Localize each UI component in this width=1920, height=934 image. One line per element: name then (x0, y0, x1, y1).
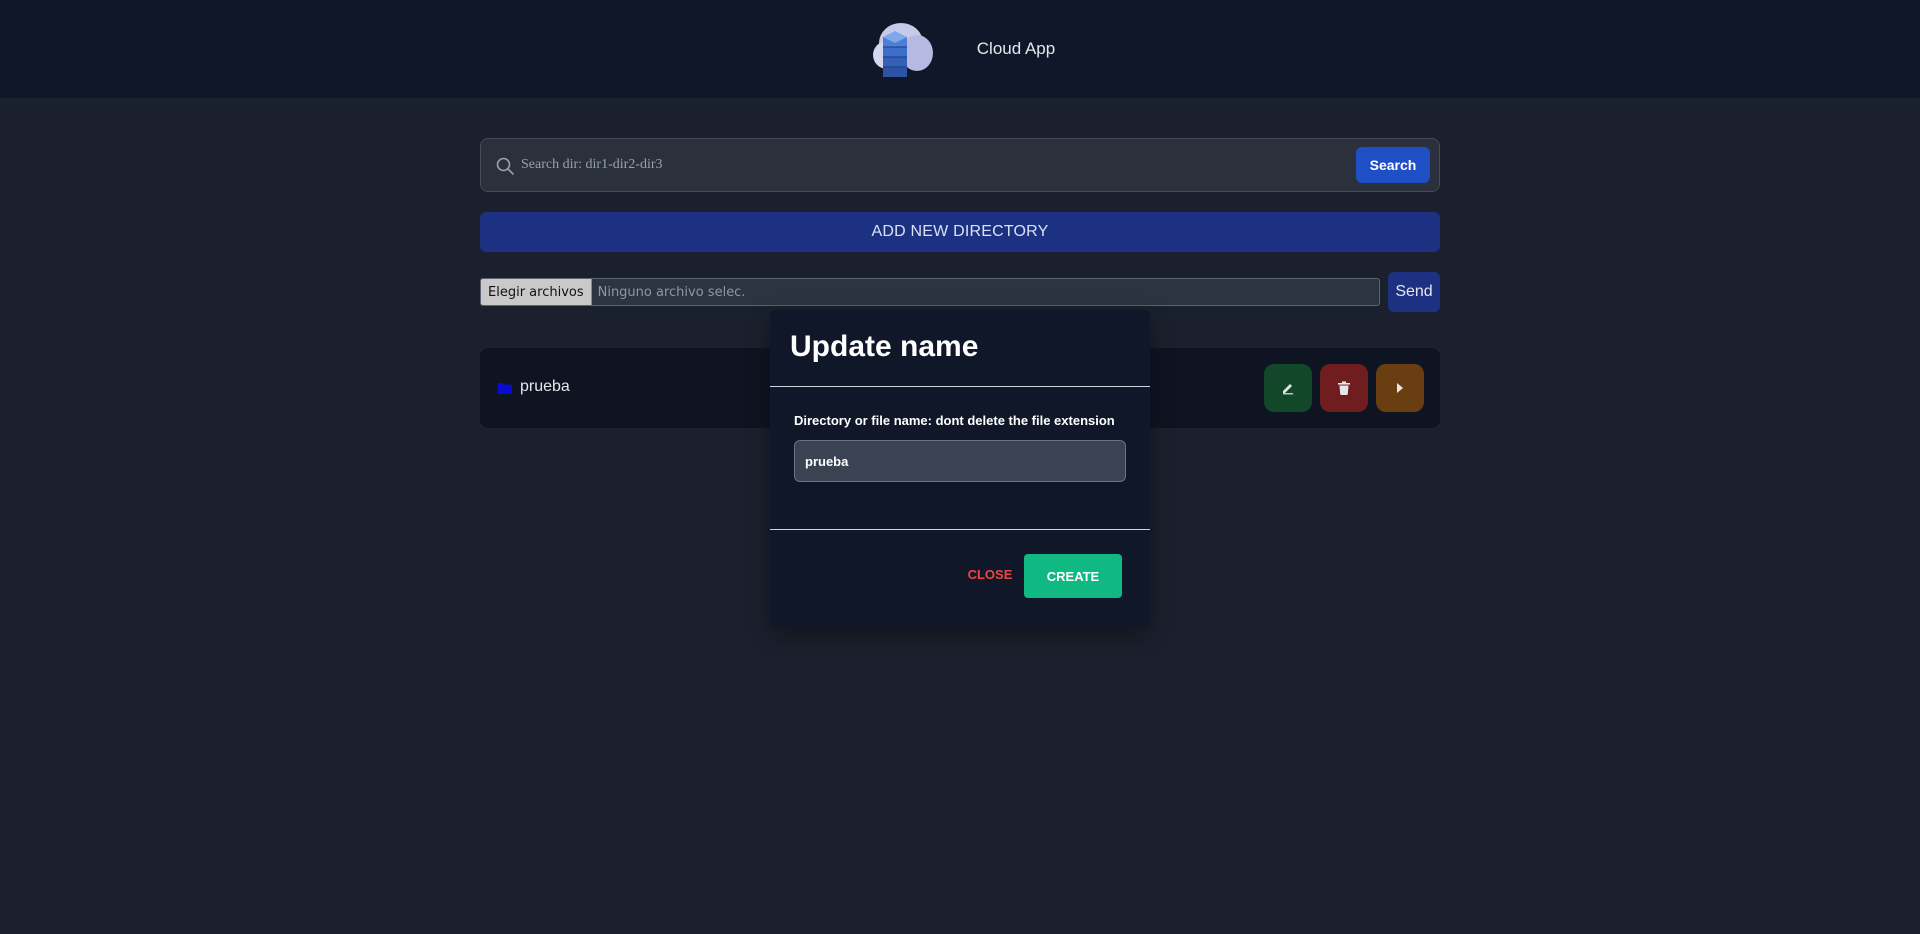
choose-files-button[interactable]: Elegir archivos (481, 279, 592, 305)
search-input[interactable] (521, 148, 1311, 182)
cloud-server-logo-icon (872, 23, 933, 77)
name-field-label: Directory or file name: dont delete the … (794, 413, 1115, 428)
modal-title: Update name (790, 330, 979, 363)
directory-name[interactable]: prueba (520, 378, 570, 396)
trash-icon (1338, 381, 1350, 395)
file-input[interactable]: Elegir archivos Ninguno archivo selec. (480, 278, 1380, 306)
top-navbar: Cloud App (0, 0, 1920, 98)
file-status-text: Ninguno archivo selec. (597, 284, 746, 300)
edit-button[interactable] (1264, 364, 1312, 412)
create-button[interactable]: CREATE (1024, 554, 1122, 598)
close-button[interactable]: CLOSE (950, 554, 1030, 594)
brand[interactable]: Cloud App (865, 13, 1055, 85)
folder-icon (498, 383, 512, 394)
modal-divider (770, 529, 1150, 530)
add-new-directory-button[interactable]: ADD NEW DIRECTORY (480, 212, 1440, 252)
delete-button[interactable] (1320, 364, 1368, 412)
search-button[interactable]: Search (1356, 147, 1430, 183)
open-button[interactable] (1376, 364, 1424, 412)
upload-row: Elegir archivos Ninguno archivo selec. S… (480, 272, 1440, 312)
name-input[interactable] (794, 440, 1126, 482)
search-icon (496, 157, 514, 175)
edit-icon (1283, 384, 1293, 395)
send-button[interactable]: Send (1388, 272, 1440, 312)
app-title: Cloud App (976, 39, 1056, 58)
modal-divider (770, 386, 1150, 387)
play-icon (1397, 383, 1403, 393)
update-name-modal: Update name Directory or file name: dont… (770, 310, 1150, 628)
search-bar: Search (480, 138, 1440, 192)
